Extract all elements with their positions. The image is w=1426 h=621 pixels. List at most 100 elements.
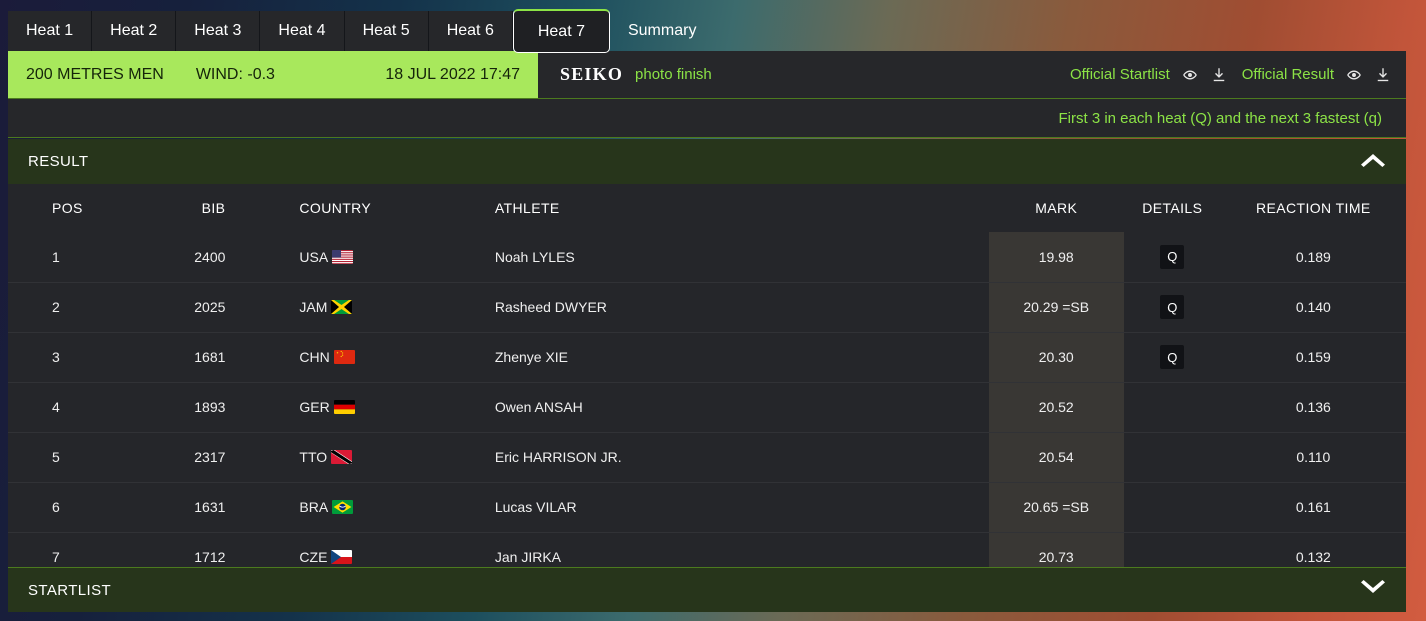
eye-icon[interactable] <box>1181 66 1199 84</box>
cell-position: 6 <box>8 481 123 532</box>
cell-athlete-name[interactable]: Lucas VILAR <box>436 481 989 532</box>
cell-bib: 2317 <box>122 431 248 482</box>
cell-reaction-time: 0.189 <box>1295 248 1331 265</box>
de-flag <box>333 400 355 414</box>
qualification-badge[interactable]: Q <box>1160 244 1185 269</box>
event-header-bar: 200 METRES MEN WIND: -0.3 18 JUL 2022 17… <box>8 51 1406 98</box>
table-row[interactable]: 1 2400 USA Noah LYLES 19.98 Q 0.189 <box>8 232 1406 282</box>
qualification-note-bar: First 3 in each heat (Q) and the next 3 … <box>8 98 1406 138</box>
table-row[interactable]: 7 1712 CZE Jan JIRKA 20.73 0.132 <box>8 531 1406 567</box>
cell-details <box>1123 531 1221 567</box>
country-code: GER <box>299 399 330 415</box>
column-header-pos: POS <box>8 184 123 232</box>
cell-country: CZE <box>247 531 437 567</box>
cell-position: 4 <box>8 381 123 432</box>
tab-heat-7[interactable]: Heat 7 <box>512 9 610 53</box>
cz-flag <box>331 550 353 565</box>
country-code: JAM <box>299 299 328 315</box>
cell-reaction-time: 0.136 <box>1220 381 1406 432</box>
tab-heat-1[interactable]: Heat 1 <box>8 11 93 51</box>
cell-country: TTO <box>247 431 437 482</box>
result-table: POS BIB COUNTRY ATHLETE MARK DETAILS REA… <box>8 184 1406 567</box>
cell-athlete-name[interactable]: Jan JIRKA <box>436 531 989 567</box>
table-row[interactable]: 6 1631 BRA Lucas VILAR 20.65 =SB 0.161 <box>8 481 1406 532</box>
tab-heat-3[interactable]: Heat 3 <box>176 11 261 51</box>
cell-country: BRA <box>247 481 437 532</box>
qualification-badge[interactable]: Q <box>1160 345 1185 369</box>
table-row[interactable]: 4 1893 GER Owen ANSAH 20.52 0.136 <box>8 381 1406 432</box>
cell-reaction-time: 0.132 <box>1220 531 1406 567</box>
cell-position: 7 <box>8 531 123 567</box>
cell-details: Q <box>1124 232 1221 282</box>
column-header-athlete: ATHLETE <box>436 184 989 232</box>
cell-athlete-name[interactable]: Zhenye XIE <box>436 331 989 382</box>
cell-reaction-time: 0.110 <box>1220 431 1406 482</box>
country-code: CZE <box>299 549 328 566</box>
cell-mark: 19.98 <box>988 232 1124 282</box>
official-result-link[interactable]: Official Result <box>1242 66 1334 83</box>
cell-details <box>1123 381 1221 432</box>
cell-details <box>1123 481 1221 532</box>
qualification-badge[interactable]: Q <box>1160 295 1185 319</box>
official-startlist-group: Official Startlist <box>1070 66 1228 84</box>
cell-reaction-time: 0.161 <box>1220 481 1406 532</box>
cell-country: GER <box>247 381 437 432</box>
cell-athlete-name[interactable]: Noah LYLES <box>437 232 989 282</box>
result-section-header[interactable]: RESULT <box>8 139 1406 184</box>
cell-country: CHN <box>247 331 437 382</box>
cell-mark: 20.30 <box>988 331 1124 382</box>
event-datetime: 18 JUL 2022 17:47 <box>385 65 520 83</box>
download-icon[interactable] <box>1210 66 1228 84</box>
column-header-mark: MARK <box>988 184 1124 232</box>
startlist-section-title: STARTLIST <box>28 581 112 599</box>
cell-position: 5 <box>8 431 123 482</box>
cell-mark: 20.73 <box>988 531 1124 567</box>
country-code: TTO <box>299 449 328 465</box>
event-summary: 200 METRES MEN WIND: -0.3 18 JUL 2022 17… <box>8 51 538 98</box>
cell-details <box>1123 431 1221 482</box>
chevron-down-icon[interactable] <box>1360 579 1386 601</box>
cell-athlete-name[interactable]: Owen ANSAH <box>436 381 989 432</box>
tab-heat-2[interactable]: Heat 2 <box>92 11 177 51</box>
startlist-section-header[interactable]: STARTLIST <box>8 567 1406 612</box>
cell-bib: 1893 <box>122 381 248 432</box>
tab-summary[interactable]: Summary <box>610 11 714 51</box>
column-header-details: DETAILS <box>1123 184 1221 232</box>
cell-bib: 2400 <box>194 248 226 265</box>
column-header-reaction: REACTION TIME <box>1220 184 1406 232</box>
cell-athlete-name[interactable]: Rasheed DWYER <box>436 281 989 332</box>
result-table-body: 1 2400 USA Noah LYLES 19.98 Q 0.189 2 2025 JAM Ras… <box>8 232 1406 567</box>
cell-bib: 2025 <box>122 281 248 332</box>
cell-position: 3 <box>8 331 123 382</box>
official-documents: Official Startlist Official Result <box>1070 51 1406 98</box>
official-startlist-link[interactable]: Official Startlist <box>1070 66 1170 83</box>
tab-heat-5[interactable]: Heat 5 <box>344 11 429 51</box>
cell-mark: 20.65 =SB <box>988 481 1124 532</box>
download-icon[interactable] <box>1374 66 1392 84</box>
cell-mark: 20.29 =SB <box>988 281 1124 332</box>
table-row[interactable]: 3 1681 CHN Zhenye XIE 20.30 Q 0.159 <box>8 331 1406 382</box>
photo-finish-label[interactable]: photo finish <box>635 66 712 83</box>
cell-position: 2 <box>8 281 123 332</box>
cell-bib: 1681 <box>122 331 248 382</box>
timing-partner: SEIKO photo finish <box>538 51 712 98</box>
chevron-up-icon[interactable] <box>1360 151 1386 172</box>
table-header-row: POS BIB COUNTRY ATHLETE MARK DETAILS REA… <box>8 184 1406 232</box>
tt-flag <box>331 450 353 464</box>
tab-heat-6[interactable]: Heat 6 <box>428 11 513 51</box>
table-row[interactable]: 2 2025 JAM Rasheed DWYER 20.29 =SB Q 0.140 <box>8 281 1406 332</box>
results-panel: Heat 1 Heat 2 Heat 3 Heat 4 Heat 5 Heat 6 Heat… <box>8 0 1406 612</box>
result-table-container: POS BIB COUNTRY ATHLETE MARK DETAILS REA… <box>8 184 1406 567</box>
cell-reaction-time: 0.159 <box>1220 331 1406 382</box>
cell-athlete-name[interactable]: Eric HARRISON JR. <box>436 431 989 482</box>
tab-heat-4[interactable]: Heat 4 <box>260 11 345 51</box>
eye-icon[interactable] <box>1345 66 1363 84</box>
jm-flag <box>331 300 353 314</box>
table-row[interactable]: 5 2317 TTO Eric HARRISON JR. 20.54 0.110 <box>8 431 1406 482</box>
cell-mark: 20.52 <box>988 381 1124 432</box>
country-code: CHN <box>299 349 330 365</box>
seiko-logo: SEIKO <box>560 64 624 84</box>
cell-bib: 1631 <box>122 481 248 532</box>
us-flag <box>332 249 354 264</box>
cell-details: Q <box>1123 331 1221 382</box>
